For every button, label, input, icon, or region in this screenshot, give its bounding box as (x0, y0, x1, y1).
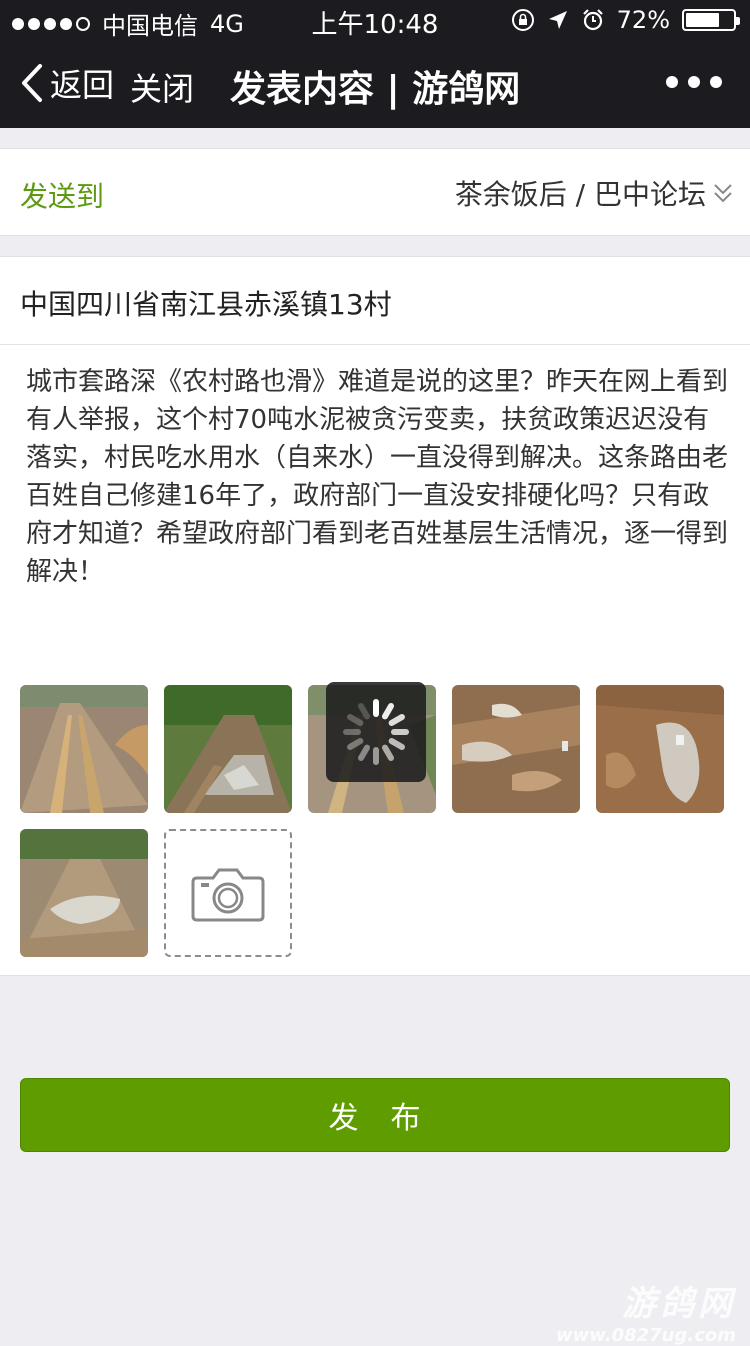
send-to-label: 发送到 (20, 180, 105, 213)
back-label: 返回 (50, 66, 115, 104)
send-to-row[interactable]: 发送到 茶余饭后 / 巴中论坛 (0, 148, 750, 236)
loading-spinner-icon (326, 682, 426, 782)
forum-selector[interactable]: 茶余饭后 / 巴中论坛 (455, 173, 734, 213)
photo-thumbnail[interactable] (20, 685, 148, 813)
post-editor: 中国四川省南江县赤溪镇13村 城市套路深《农村路也滑》难道是说的这里？昨天在网上… (0, 256, 750, 976)
status-bar: 中国电信 4G 上午10:48 72% (0, 0, 750, 40)
location-arrow-icon (548, 11, 567, 29)
status-time: 上午10:48 (311, 10, 439, 40)
lock-rotation-icon (511, 9, 534, 31)
double-chevron-down-icon (714, 184, 732, 203)
close-button[interactable]: 关闭 (130, 64, 194, 110)
location-field[interactable]: 中国四川省南江县赤溪镇13村 (20, 283, 392, 323)
watermark-logo: 游鸽网 (622, 1284, 736, 1324)
photo-thumbnail[interactable] (452, 685, 580, 813)
nav-bar: 返回 关闭 发表内容 | 游鸽网 (0, 40, 750, 128)
divider (0, 344, 750, 345)
battery-percent: 72% (616, 6, 670, 34)
alarm-icon (582, 9, 603, 31)
forum-target: 茶余饭后 / 巴中论坛 (454, 178, 706, 211)
add-photo-button[interactable] (164, 829, 292, 957)
back-button[interactable]: 返回 (20, 60, 114, 106)
page-title: 发表内容 | 游鸽网 (230, 69, 521, 110)
photo-thumbnail[interactable] (164, 685, 292, 813)
chevron-left-icon (22, 64, 42, 102)
camera-icon (191, 868, 265, 922)
photo-thumbnail[interactable] (596, 685, 724, 813)
more-options-icon[interactable] (666, 76, 722, 88)
watermark-url: www.0827ug.com (556, 1325, 736, 1346)
post-body-textarea[interactable]: 城市套路深《农村路也滑》难道是说的这里？昨天在网上看到有人举报，这个村70吨水泥… (26, 363, 732, 591)
photo-thumbnail[interactable] (20, 829, 148, 957)
site-watermark: 游鸽网 www.0827ug.com (556, 1276, 736, 1346)
publish-button[interactable]: 发 布 (20, 1078, 730, 1152)
top-bar: 中国电信 4G 上午10:48 72% 返回 关闭 发表内容 | 游鸽网 (0, 0, 750, 128)
battery-icon (682, 9, 740, 31)
